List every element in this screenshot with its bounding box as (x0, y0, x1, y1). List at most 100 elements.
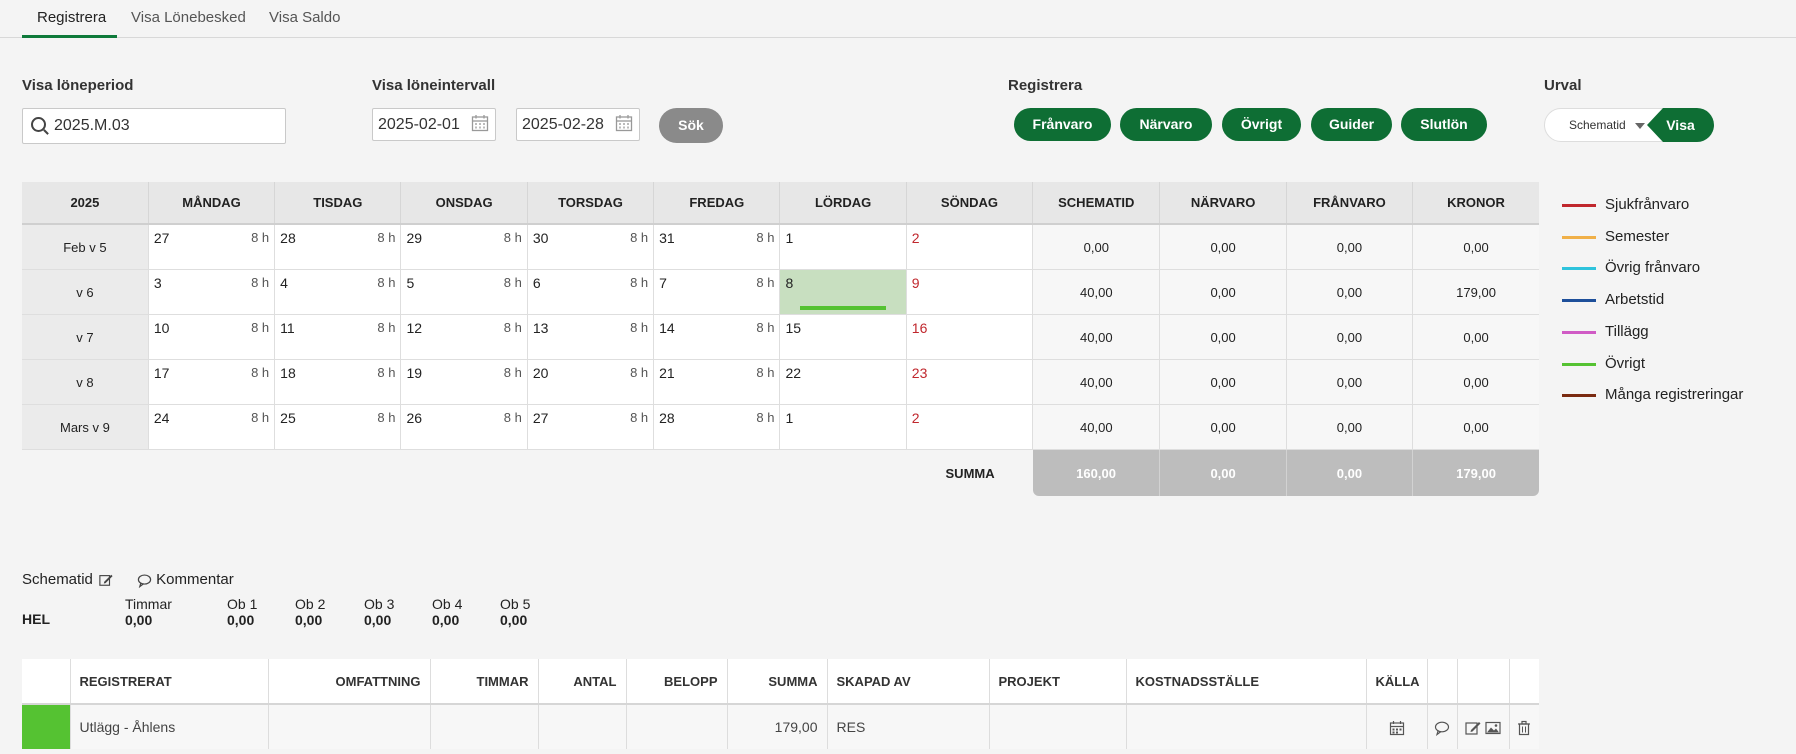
column-header[interactable]: SKAPAD AV (827, 659, 990, 705)
calendar-day-cell[interactable]: 27 8 h (527, 404, 655, 450)
schematid-link[interactable]: Schematid (22, 571, 113, 588)
calendar-day-cell[interactable]: 7 8 h (653, 269, 781, 315)
ob-value: 0,00 (227, 612, 255, 628)
registration-bar[interactable] (800, 306, 886, 310)
calendar-day-cell[interactable]: 8 (779, 269, 907, 315)
scheduled-hours: 8 h (377, 320, 396, 335)
day-number: 15 (785, 320, 802, 336)
calendar-day-cell[interactable]: 24 8 h (148, 404, 276, 450)
calendar-day-cell[interactable]: 17 8 h (148, 359, 276, 405)
calendar-day-cell[interactable]: 15 (779, 314, 907, 360)
column-header[interactable]: KÄLLA (1366, 659, 1428, 705)
tab-visa-lonebesked[interactable]: Visa Lönebesked (131, 9, 246, 26)
calendar-day-cell[interactable]: 23 (906, 359, 1034, 405)
scheduled-hours: 8 h (251, 410, 270, 425)
calendar-day-cell[interactable]: 1 (779, 224, 907, 270)
calendar-day-cell[interactable]: 13 8 h (527, 314, 655, 360)
urval-select[interactable]: Schematid (1544, 108, 1664, 142)
comment-icon[interactable] (1434, 720, 1450, 736)
column-header[interactable]: PROJEKT (989, 659, 1127, 705)
column-header[interactable]: BELOPP (626, 659, 728, 705)
column-header[interactable]: TIMMAR (430, 659, 539, 705)
calendar-day-cell[interactable]: 28 8 h (653, 404, 781, 450)
edit-icon[interactable] (99, 573, 113, 587)
calendar-day-cell[interactable]: 26 8 h (400, 404, 528, 450)
summa-cell: 179,00 (727, 704, 828, 749)
search-button[interactable]: Sök (659, 108, 723, 143)
action-column-header (1509, 659, 1539, 705)
calendar-day-cell[interactable]: 6 8 h (527, 269, 655, 315)
scheduled-hours: 8 h (503, 230, 522, 245)
table-row[interactable]: Utlägg - Åhlens 179,00 RES (22, 704, 1539, 749)
calendar-day-cell[interactable]: 14 8 h (653, 314, 781, 360)
timmar-label: Timmar (125, 596, 172, 612)
scheduled-hours: 8 h (251, 230, 270, 245)
calendar-day-cell[interactable]: 2 (906, 224, 1034, 270)
column-header[interactable]: REGISTRERAT (70, 659, 269, 705)
calendar-day-cell[interactable]: 2 (906, 404, 1034, 450)
kommentar-link[interactable]: Kommentar (137, 571, 234, 588)
column-header[interactable]: SUMMA (727, 659, 828, 705)
calendar-day-cell[interactable]: 12 8 h (400, 314, 528, 360)
image-icon[interactable] (1485, 720, 1501, 736)
calendar-icon[interactable] (471, 114, 489, 132)
calendar-day-cell[interactable]: 30 8 h (527, 224, 655, 270)
guider-button[interactable]: Guider (1311, 108, 1392, 141)
scheduled-hours: 8 h (630, 275, 649, 290)
calendar-day-cell[interactable]: 29 8 h (400, 224, 528, 270)
edit-icon[interactable] (1465, 720, 1481, 736)
calendar-day-cell[interactable]: 9 (906, 269, 1034, 315)
trash-icon[interactable] (1516, 720, 1532, 736)
calendar-day-cell[interactable]: 31 8 h (653, 224, 781, 270)
calendar-day-cell[interactable]: 22 (779, 359, 907, 405)
column-header[interactable]: OMFATTNING (268, 659, 431, 705)
calendar-day-cell[interactable]: 21 8 h (653, 359, 781, 405)
legend-label: Semester (1605, 227, 1670, 245)
calendar-day-cell[interactable]: 5 8 h (400, 269, 528, 315)
calendar-day-cell[interactable]: 1 (779, 404, 907, 450)
comment-cell (1427, 704, 1458, 749)
week-sum-cell: 0,00 (1159, 314, 1287, 360)
column-header[interactable]: ANTAL (538, 659, 627, 705)
day-number: 16 (911, 320, 928, 336)
day-number: 28 (280, 230, 296, 246)
day-number: 17 (153, 365, 170, 381)
calendar-day-cell[interactable]: 18 8 h (274, 359, 402, 405)
scheduled-hours: 8 h (251, 320, 270, 335)
calendar-day-cell[interactable]: 4 8 h (274, 269, 402, 315)
sum-header: SCHEMATID (1032, 182, 1161, 225)
tab-registrera[interactable]: Registrera (37, 9, 106, 26)
calendar-day-cell[interactable]: 10 8 h (148, 314, 276, 360)
calendar-day-cell[interactable]: 3 8 h (148, 269, 276, 315)
ovrigt-button[interactable]: Övrigt (1222, 108, 1301, 141)
column-header[interactable]: KOSTNADSSTÄLLE (1126, 659, 1367, 705)
calendar-day-cell[interactable]: 19 8 h (400, 359, 528, 405)
loneperiod-input[interactable]: 2025.M.03 (22, 108, 286, 144)
legend-label: Övrigt (1605, 354, 1646, 372)
calendar-day-cell[interactable]: 27 8 h (148, 224, 276, 270)
slutlon-button[interactable]: Slutlön (1401, 108, 1487, 141)
day-number: 3 (153, 275, 162, 291)
loneintervall-label: Visa löneintervall (372, 77, 496, 94)
tab-visa-saldo[interactable]: Visa Saldo (269, 9, 340, 26)
franvaro-button[interactable]: Frånvaro (1014, 108, 1111, 141)
date-to-input[interactable]: 2025-02-28 (516, 108, 640, 141)
calendar-day-cell[interactable]: 20 8 h (527, 359, 655, 405)
registrations-header-row: REGISTRERAT OMFATTNING TIMMAR ANTAL BELO… (22, 659, 1539, 705)
calendar-day-cell[interactable]: 28 8 h (274, 224, 402, 270)
calendar-day-cell[interactable]: 16 (906, 314, 1034, 360)
calendar-day-cell[interactable]: 25 8 h (274, 404, 402, 450)
calendar-icon[interactable] (615, 114, 633, 132)
week-row: v 638 h48 h58 h68 h78 h 8 9 40,00 0,00 0,00 17… (22, 269, 1539, 315)
date-from-input[interactable]: 2025-02-01 (372, 108, 496, 141)
scheduled-hours: 8 h (756, 365, 775, 380)
urval-label: Urval (1544, 77, 1582, 94)
calendar-icon[interactable] (1389, 720, 1405, 736)
narvaro-button[interactable]: Närvaro (1120, 108, 1212, 141)
day-number: 21 (659, 365, 675, 381)
calendar-day-cell[interactable]: 11 8 h (274, 314, 402, 360)
action-column-header (1457, 659, 1510, 705)
week-sum-cell: 179,00 (1412, 269, 1539, 315)
week-sum-cell: 40,00 (1032, 359, 1161, 405)
comment-icon[interactable] (137, 573, 152, 588)
